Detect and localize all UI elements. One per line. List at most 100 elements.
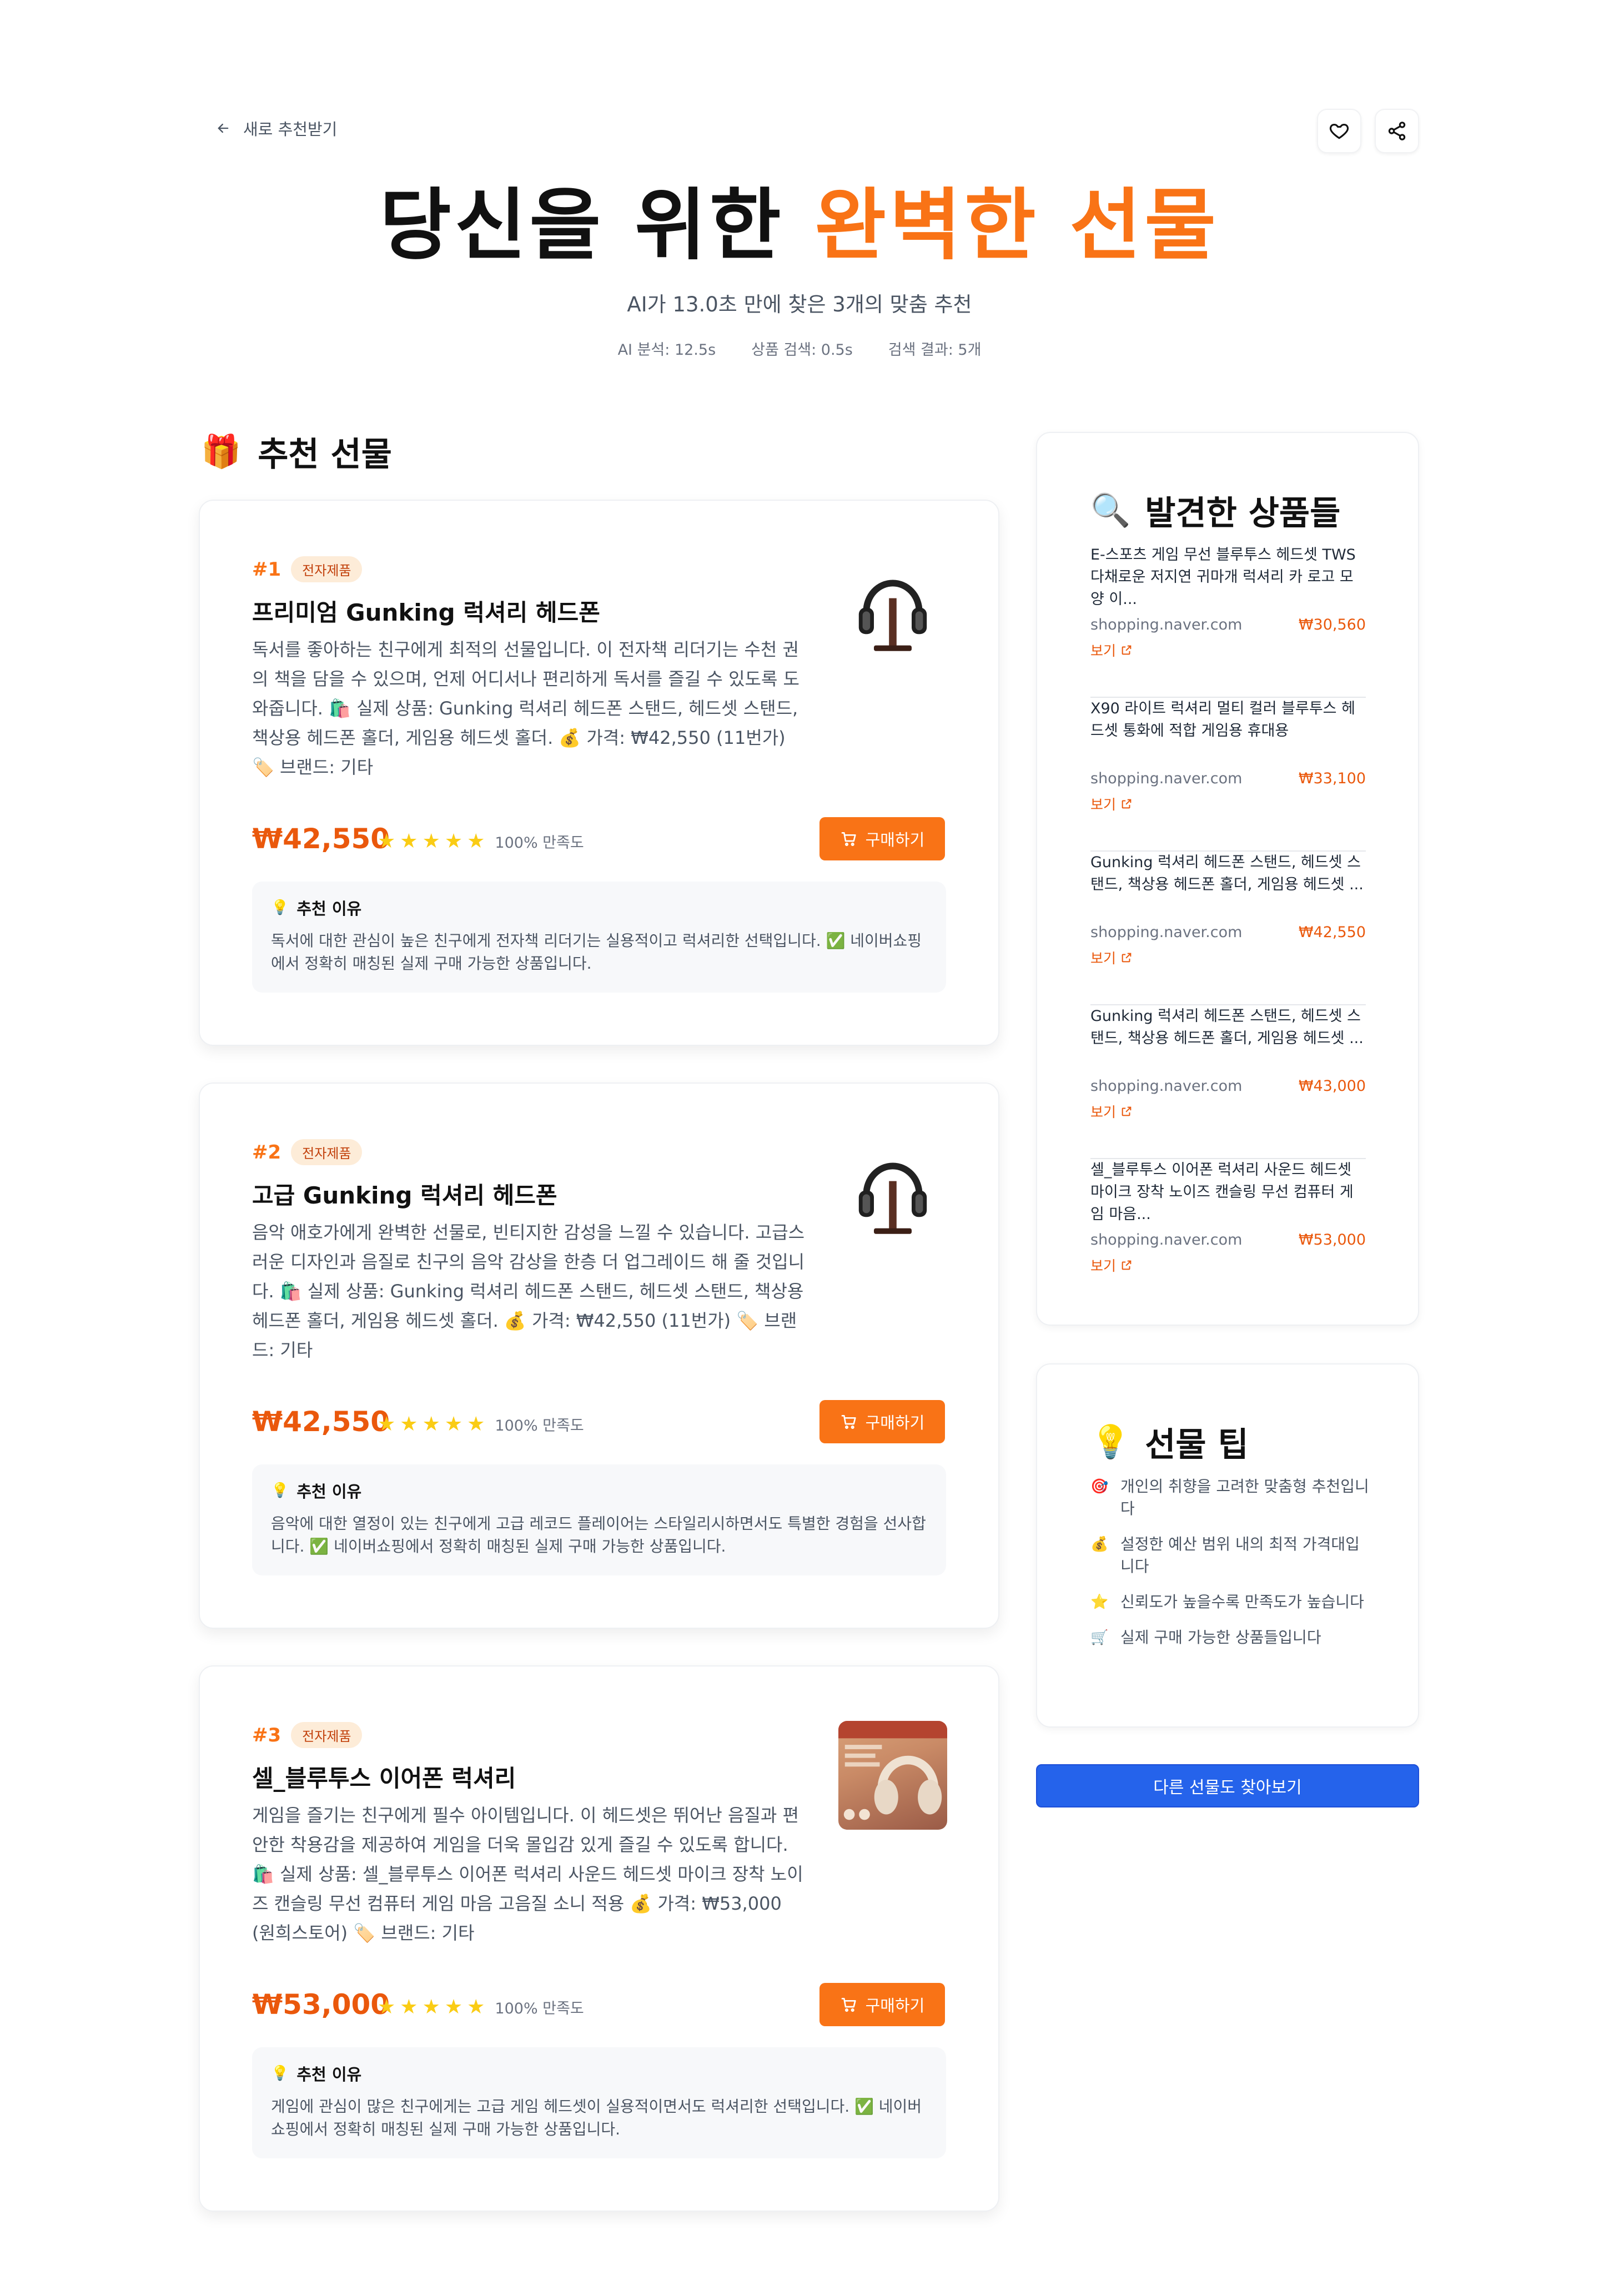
reason-text: 게임에 관심이 많은 친구에게는 고급 게임 헤드셋이 실용적이면서도 럭셔리한… xyxy=(271,2097,922,2138)
external-link-icon xyxy=(1122,1260,1132,1270)
star-rating: ★ ★ ★ ★ ★ 100% 만족도 xyxy=(378,1996,584,2018)
rank-label: #3 xyxy=(252,1724,281,1746)
reason-box: 💡 추천 이유 게임에 관심이 많은 친구에게는 고급 게임 헤드셋이 실용적이면… xyxy=(252,2047,946,2158)
buy-button[interactable]: 구매하기 xyxy=(819,1983,945,2026)
reason-box: 💡 추천 이유 음악에 대한 열정이 있는 친구에게 고급 레코드 플레이어는 스… xyxy=(252,1464,946,1575)
headphone-icon xyxy=(858,580,927,651)
view-link[interactable]: 보기 xyxy=(1090,1255,1366,1275)
reason-box: 💡 추천 이유 독서에 대한 관심이 높은 친구에게 전자책 리더기는 실용적이고… xyxy=(252,882,946,993)
buy-button-label: 구매하기 xyxy=(865,1414,925,1432)
buy-button[interactable]: 구매하기 xyxy=(819,1400,945,1443)
tip-text: 개인의 취향을 고려한 맞춤형 추천입니다 xyxy=(1120,1477,1369,1518)
money-bag-icon: 💰 xyxy=(1090,1536,1109,1553)
share-button[interactable] xyxy=(1375,109,1419,153)
star-icon: ★ xyxy=(378,1995,396,2018)
buy-button-label: 구매하기 xyxy=(865,1997,925,2015)
product-price: ₩42,550 xyxy=(252,823,390,855)
reason-title: 추천 이유 xyxy=(296,1482,362,1501)
tip-item: ⭐ 신뢰도가 높을수록 만족도가 높습니다 xyxy=(1090,1591,1374,1613)
product-card: #3 전자제품 셀_블루투스 이어폰 럭셔리 게임을 즐기는 친구에게 필수 아… xyxy=(199,1665,999,2212)
cart-icon xyxy=(841,1415,856,1429)
target-icon: 🎯 xyxy=(1090,1478,1109,1495)
tip-item: 🎯 개인의 취향을 고려한 맞춤형 추천입니다 xyxy=(1090,1476,1374,1520)
external-link-icon xyxy=(1122,799,1132,809)
found-product-price: ₩53,000 xyxy=(1298,1231,1366,1248)
found-product-title: Gunking 럭셔리 헤드폰 스탠드, 헤드셋 스탠드, 책상용 헤드폰 홀더… xyxy=(1090,1008,1364,1047)
star-icon: ⭐ xyxy=(1090,1594,1109,1610)
found-product-source: shopping.naver.com xyxy=(1090,770,1243,787)
found-product-price: ₩43,000 xyxy=(1298,1077,1366,1095)
product-name: 셀_블루투스 이어폰 럭셔리 xyxy=(252,1765,516,1792)
headphone-icon xyxy=(838,1721,947,1820)
find-more-button[interactable]: 다른 선물도 찾아보기 xyxy=(1036,1764,1419,1807)
product-description: 게임을 즐기는 친구에게 필수 아이템입니다. 이 헤드셋은 뛰어난 음질과 편… xyxy=(252,1805,803,1943)
list-item: X90 라이트 럭셔리 멀티 컬러 블루투스 헤드셋 통화에 적합 게임용 휴대… xyxy=(1090,698,1366,852)
star-icon: ★ xyxy=(400,829,418,853)
lightbulb-icon: 💡 xyxy=(1090,1423,1131,1461)
view-link[interactable]: 보기 xyxy=(1090,1101,1366,1121)
bulb-icon: 💡 xyxy=(271,899,289,916)
star-icon: ★ xyxy=(444,1412,463,1436)
found-product-source: shopping.naver.com xyxy=(1090,924,1243,941)
product-name: 고급 Gunking 럭셔리 헤드폰 xyxy=(252,1182,557,1209)
satisfaction-label: 100% 만족도 xyxy=(495,2000,584,2017)
external-link-icon xyxy=(1122,645,1132,655)
gift-tips-heading: 💡 선물 팁 xyxy=(1090,1418,1249,1466)
list-item: 셀_블루투스 이어폰 럭셔리 사운드 헤드셋 마이크 장착 노이즈 캔슬링 무선… xyxy=(1090,1159,1366,1313)
star-icon: ★ xyxy=(400,1995,418,2018)
star-icon: ★ xyxy=(444,1995,463,2018)
star-rating: ★ ★ ★ ★ ★ 100% 만족도 xyxy=(378,830,584,852)
star-icon: ★ xyxy=(422,1412,440,1436)
page-title-main: 당신을 위한 xyxy=(379,180,815,271)
star-rating: ★ ★ ★ ★ ★ 100% 만족도 xyxy=(378,1413,584,1435)
rank-row: #1 전자제품 xyxy=(252,556,363,582)
stat-ai-analysis: AI 분석: 12.5s xyxy=(617,341,716,359)
view-link[interactable]: 보기 xyxy=(1090,640,1366,660)
wireless-headphones-image xyxy=(838,1721,947,1830)
star-icon: ★ xyxy=(444,829,463,853)
buy-button-label: 구매하기 xyxy=(865,832,925,849)
star-icon: ★ xyxy=(400,1412,418,1436)
gift-tips-heading-label: 선물 팁 xyxy=(1145,1426,1249,1464)
gift-tips-panel: 💡 선물 팁 🎯 개인의 취향을 고려한 맞춤형 추천입니다 💰 설정한 예산 범위… xyxy=(1036,1363,1419,1728)
reason-title: 추천 이유 xyxy=(296,899,362,918)
cart-icon xyxy=(841,1998,856,2012)
view-link-label: 보기 xyxy=(1090,643,1117,659)
rank-row: #3 전자제품 xyxy=(252,1722,363,1748)
recommend-heading: 🎁 추천 선물 xyxy=(201,427,392,476)
headphone-stand-image xyxy=(838,555,947,664)
tip-text: 실제 구매 가능한 상품들입니다 xyxy=(1120,1628,1321,1647)
category-badge: 전자제품 xyxy=(291,1139,363,1165)
view-link[interactable]: 보기 xyxy=(1090,794,1366,814)
view-link-label: 보기 xyxy=(1090,1104,1117,1120)
page-title: 당신을 위한 완벽한 선물 xyxy=(0,179,1599,273)
rank-row: #2 전자제품 xyxy=(252,1139,363,1165)
favorite-button[interactable] xyxy=(1317,109,1361,153)
reason-text: 음악에 대한 열정이 있는 친구에게 고급 레코드 플레이어는 스타일리시하면서… xyxy=(271,1514,926,1555)
reason-text: 독서에 대한 관심이 높은 친구에게 전자책 리더기는 실용적이고 럭셔리한 선… xyxy=(271,932,922,973)
headphone-stand-image xyxy=(838,1138,947,1247)
found-product-price: ₩42,550 xyxy=(1298,924,1366,941)
stats-row: AI 분석: 12.5s 상품 검색: 0.5s 검색 결과: 5개 xyxy=(0,338,1599,359)
buy-button[interactable]: 구매하기 xyxy=(819,817,945,860)
external-link-icon xyxy=(1122,1106,1132,1116)
back-link[interactable]: 새로 추천받기 xyxy=(215,117,337,140)
view-link[interactable]: 보기 xyxy=(1090,948,1366,968)
product-description: 음악 애호가에게 완벽한 선물로, 빈티지한 감성을 느낄 수 있습니다. 고급… xyxy=(252,1222,805,1361)
stat-search-results: 검색 결과: 5개 xyxy=(888,341,982,359)
page-title-accent: 완벽한 선물 xyxy=(814,180,1220,271)
stat-product-search: 상품 검색: 0.5s xyxy=(751,341,853,359)
found-products-heading-label: 발견한 상품들 xyxy=(1145,494,1341,533)
product-name: 프리미엄 Gunking 럭셔리 헤드폰 xyxy=(252,599,600,626)
page-subtitle: AI가 13.0초 만에 찾은 3개의 맞춤 추천 xyxy=(627,293,972,316)
bulb-icon: 💡 xyxy=(271,2065,289,2082)
star-icon: ★ xyxy=(422,1995,440,2018)
star-icon: ★ xyxy=(378,1412,396,1436)
found-product-price: ₩30,560 xyxy=(1298,616,1366,633)
found-product-title: 셀_블루투스 이어폰 럭셔리 사운드 헤드셋 마이크 장착 노이즈 캔슬링 무선… xyxy=(1090,1161,1354,1223)
recommend-heading-label: 추천 선물 xyxy=(258,435,392,474)
external-link-icon xyxy=(1122,953,1132,963)
found-products-panel: 🔍 발견한 상품들 E-스포츠 게임 무선 블루투스 헤드셋 TWS 다채로운 … xyxy=(1036,432,1419,1326)
view-link-label: 보기 xyxy=(1090,797,1117,813)
star-icon: ★ xyxy=(467,829,485,853)
